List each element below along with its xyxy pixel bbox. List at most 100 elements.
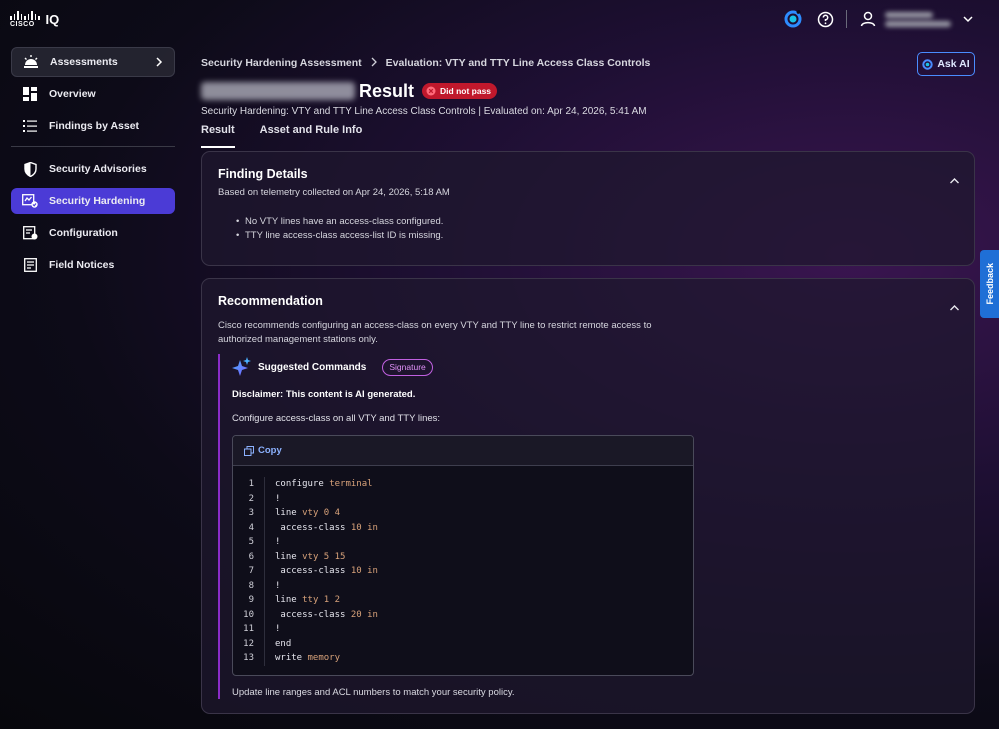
sparkle-icon	[232, 357, 251, 376]
code-line: configure terminal	[275, 477, 378, 492]
tab-result[interactable]: Result	[201, 124, 235, 148]
code-keyword: access-class	[275, 609, 346, 620]
code-argument: vty 0 4	[296, 508, 341, 518]
copy-button[interactable]: Copy	[233, 436, 693, 466]
ask-ai-label: Ask AI	[937, 58, 970, 70]
sidebar-item-label: Assessments	[50, 56, 118, 68]
code-line: !	[275, 622, 378, 637]
code-line: write memory	[275, 651, 378, 666]
suggested-commands-title: Suggested Commands	[258, 361, 367, 373]
line-number: 12	[243, 638, 254, 649]
recommendation-footer: Update line ranges and ACL numbers to ma…	[232, 687, 515, 698]
configuration-icon	[22, 225, 38, 241]
sidebar-item-overview[interactable]: Overview	[11, 81, 175, 107]
code-argument: 10 in	[345, 522, 378, 533]
code-line: line vty 5 15	[275, 550, 378, 565]
collapse-icon[interactable]	[949, 299, 960, 317]
code-line: access-class 10 in	[275, 564, 378, 579]
code-argument: 20 in	[345, 609, 378, 620]
line-number: 2	[248, 493, 254, 504]
code-line: end	[275, 637, 378, 652]
line-number: 7	[248, 566, 254, 576]
line-number: 3	[248, 508, 254, 518]
copy-label: Copy	[258, 445, 282, 456]
status-badge-label: Did not pass	[440, 86, 492, 96]
code-line: access-class 10 in	[275, 521, 378, 536]
code-argument: memory	[302, 653, 341, 663]
cisco-bridge-logo: CISCO	[10, 11, 40, 28]
code-keyword: !	[275, 537, 281, 547]
code-line: !	[275, 535, 378, 550]
code-argument: 10 in	[345, 566, 378, 576]
code-line: line vty 0 4	[275, 506, 378, 521]
help-icon[interactable]	[814, 8, 836, 30]
sidebar-item-findings-by-asset[interactable]: Findings by Asset	[11, 113, 175, 139]
code-body: 1 2 3 4 5 6 7 8 9 10 11 12 13 configure terminal! lin…	[233, 466, 693, 666]
header-actions	[782, 8, 979, 30]
suggested-commands-header: Suggested Commands Signature	[232, 357, 433, 377]
sidebar-item-field-notices[interactable]: Field Notices	[11, 252, 175, 278]
chevron-right-icon	[154, 56, 164, 71]
code-keyword: line	[275, 551, 297, 562]
recommendation-title: Recommendation	[218, 294, 323, 308]
sidebar-item-label: Findings by Asset	[49, 120, 140, 132]
line-number: 1	[248, 479, 254, 489]
product-name: IQ	[45, 12, 60, 27]
finding-bullets: No VTY lines have an access-class config…	[236, 216, 443, 243]
assistant-icon	[922, 58, 934, 70]
page-title: Result	[359, 80, 415, 101]
cisco-logo[interactable]: CISCO IQ	[10, 11, 59, 28]
breadcrumb-parent-link[interactable]: Security Hardening Assessment	[201, 57, 362, 69]
sidebar-item-label: Configuration	[49, 227, 118, 239]
user-menu[interactable]	[885, 9, 955, 29]
code-keyword: configure	[275, 479, 324, 489]
device-name-redacted	[201, 82, 355, 100]
assessments-icon	[23, 54, 39, 70]
top-bar: CISCO IQ	[0, 0, 999, 38]
feedback-label: Feedback	[984, 263, 995, 305]
sidebar: Assessments Overview Findings by Asset S…	[11, 47, 175, 284]
sidebar-divider	[11, 146, 175, 147]
status-badge: Did not pass	[422, 83, 498, 99]
sidebar-item-security-hardening[interactable]: Security Hardening	[11, 188, 175, 214]
ask-ai-button[interactable]: Ask AI	[917, 52, 975, 76]
ai-disclaimer: Disclaimer: This content is AI generated…	[232, 389, 416, 400]
user-icon[interactable]	[857, 8, 879, 30]
assistant-icon[interactable]	[782, 8, 804, 30]
line-number: 11	[243, 624, 254, 634]
shield-icon	[22, 161, 38, 177]
line-number: 10	[243, 609, 254, 620]
sidebar-item-label: Security Hardening	[49, 195, 146, 207]
copy-icon	[244, 445, 254, 456]
code-keyword: access-class	[275, 566, 346, 576]
code-line: line tty 1 2	[275, 593, 378, 608]
sidebar-item-configuration[interactable]: Configuration	[11, 220, 175, 246]
code-keyword: line	[275, 508, 297, 518]
signature-tag: Signature	[382, 358, 433, 376]
breadcrumb-current: Evaluation: VTY and TTY Line Access Clas…	[385, 57, 651, 69]
sidebar-item-assessments[interactable]: Assessments	[11, 47, 175, 77]
collapse-icon[interactable]	[949, 172, 960, 190]
tab-asset-and-rule-info[interactable]: Asset and Rule Info	[260, 124, 363, 144]
dashboard-icon	[22, 86, 38, 102]
list-icon	[22, 118, 38, 134]
code-keyword: end	[275, 638, 292, 649]
code-lines: configure terminal! line vty 0 4 access-c…	[265, 477, 378, 666]
sidebar-item-label: Overview	[49, 88, 96, 100]
code-keyword: !	[275, 624, 281, 634]
chevron-right-icon	[370, 57, 378, 70]
sidebar-item-security-advisories[interactable]: Security Advisories	[11, 156, 175, 182]
sidebar-item-label: Security Advisories	[49, 163, 147, 175]
error-icon	[426, 86, 436, 96]
sidebar-item-label: Field Notices	[49, 259, 115, 271]
chevron-down-icon[interactable]	[957, 8, 979, 30]
line-number: 5	[248, 537, 254, 547]
line-number: 9	[248, 595, 254, 605]
feedback-tab[interactable]: Feedback	[980, 250, 999, 318]
line-number: 4	[248, 522, 254, 533]
line-number-gutter: 1 2 3 4 5 6 7 8 9 10 11 12 13	[233, 477, 265, 666]
document-icon	[22, 257, 38, 273]
breadcrumb: Security Hardening Assessment Evaluation…	[201, 52, 975, 74]
code-line: !	[275, 579, 378, 594]
header-divider	[846, 10, 847, 28]
